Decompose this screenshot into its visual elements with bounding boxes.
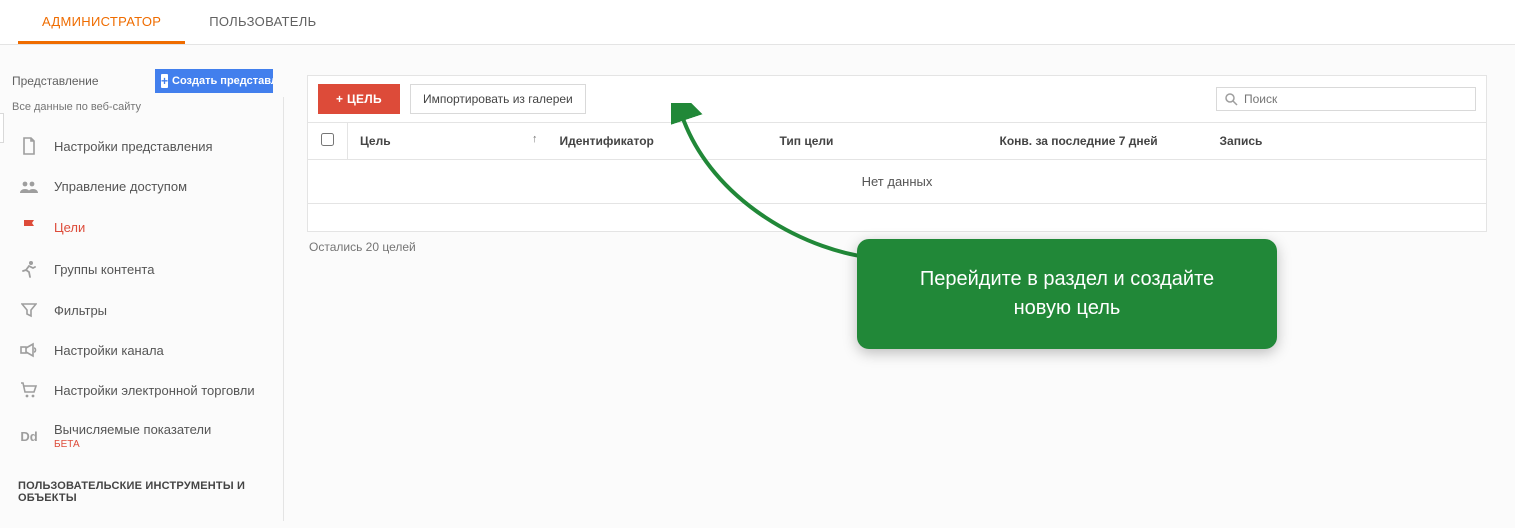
col-record[interactable]: Запись bbox=[1208, 123, 1487, 160]
search-icon bbox=[1225, 93, 1238, 106]
cart-icon bbox=[18, 382, 40, 398]
table-empty: Нет данных bbox=[308, 160, 1487, 204]
select-all-checkbox[interactable] bbox=[321, 133, 334, 146]
sidebar: Представление + Создать представл Все да… bbox=[0, 45, 283, 521]
col-goal[interactable]: Цель↑ bbox=[348, 123, 548, 160]
funnel-icon bbox=[18, 302, 40, 318]
sidebar-item-label: Управление доступом bbox=[54, 179, 187, 194]
back-button[interactable] bbox=[0, 113, 4, 143]
sidebar-item-ecommerce-settings[interactable]: Настройки электронной торговли bbox=[0, 370, 283, 410]
sidebar-item-goals[interactable]: Цели bbox=[0, 206, 283, 248]
sidebar-item-content-groups[interactable]: Группы контента bbox=[0, 248, 283, 290]
goals-table: Цель↑ Идентификатор Тип цели Конв. за по… bbox=[307, 123, 1487, 232]
annotation-callout: Перейдите в раздел и создайте новую цель bbox=[857, 239, 1277, 349]
col-type[interactable]: Тип цели bbox=[768, 123, 988, 160]
document-icon bbox=[18, 137, 40, 155]
toolbar: + ЦЕЛЬ Импортировать из галереи bbox=[307, 75, 1487, 123]
sidebar-item-label: Вычисляемые показатели БЕТА bbox=[54, 422, 211, 450]
tab-admin[interactable]: АДМИНИСТРАТОР bbox=[18, 0, 185, 44]
search-input[interactable] bbox=[1244, 92, 1467, 106]
dd-icon: Dd bbox=[18, 429, 40, 444]
sidebar-item-filters[interactable]: Фильтры bbox=[0, 290, 283, 330]
sort-icon: ↑ bbox=[532, 133, 538, 145]
sidebar-item-label: Цели bbox=[54, 220, 85, 235]
import-gallery-button[interactable]: Импортировать из галереи bbox=[410, 84, 586, 114]
col-id[interactable]: Идентификатор bbox=[548, 123, 768, 160]
plus-icon: + bbox=[161, 74, 168, 88]
channel-icon bbox=[18, 342, 40, 358]
create-view-button[interactable]: + Создать представл bbox=[155, 69, 273, 93]
sidebar-item-access[interactable]: Управление доступом bbox=[0, 167, 283, 206]
search-box[interactable] bbox=[1216, 87, 1476, 111]
sidebar-item-calc-metrics[interactable]: Dd Вычисляемые показатели БЕТА bbox=[0, 410, 283, 462]
users-icon bbox=[18, 180, 40, 194]
col-conv[interactable]: Конв. за последние 7 дней bbox=[988, 123, 1208, 160]
sidebar-section-title: ПОЛЬЗОВАТЕЛЬСКИЕ ИНСТРУМЕНТЫ И ОБЪЕКТЫ bbox=[0, 462, 283, 510]
sidebar-item-label: Настройки электронной торговли bbox=[54, 383, 255, 398]
view-name: Все данные по веб-сайту bbox=[0, 99, 283, 125]
view-head-label: Представление bbox=[12, 74, 99, 88]
sidebar-item-label: Фильтры bbox=[54, 303, 107, 318]
sidebar-item-label: Группы контента bbox=[54, 262, 154, 277]
sidebar-item-label: Настройки канала bbox=[54, 343, 164, 358]
tab-user[interactable]: ПОЛЬЗОВАТЕЛЬ bbox=[185, 0, 340, 44]
flag-icon bbox=[18, 218, 40, 236]
content: + ЦЕЛЬ Импортировать из галереи Цель↑ Ид… bbox=[283, 45, 1515, 521]
sidebar-item-view-settings[interactable]: Настройки представления bbox=[0, 125, 283, 167]
person-run-icon bbox=[18, 260, 40, 278]
sidebar-item-channel-settings[interactable]: Настройки канала bbox=[0, 330, 283, 370]
beta-badge: БЕТА bbox=[54, 439, 211, 450]
sidebar-item-label: Настройки представления bbox=[54, 139, 213, 154]
new-goal-button[interactable]: + ЦЕЛЬ bbox=[318, 84, 400, 114]
create-view-label: Создать представл bbox=[172, 75, 273, 87]
